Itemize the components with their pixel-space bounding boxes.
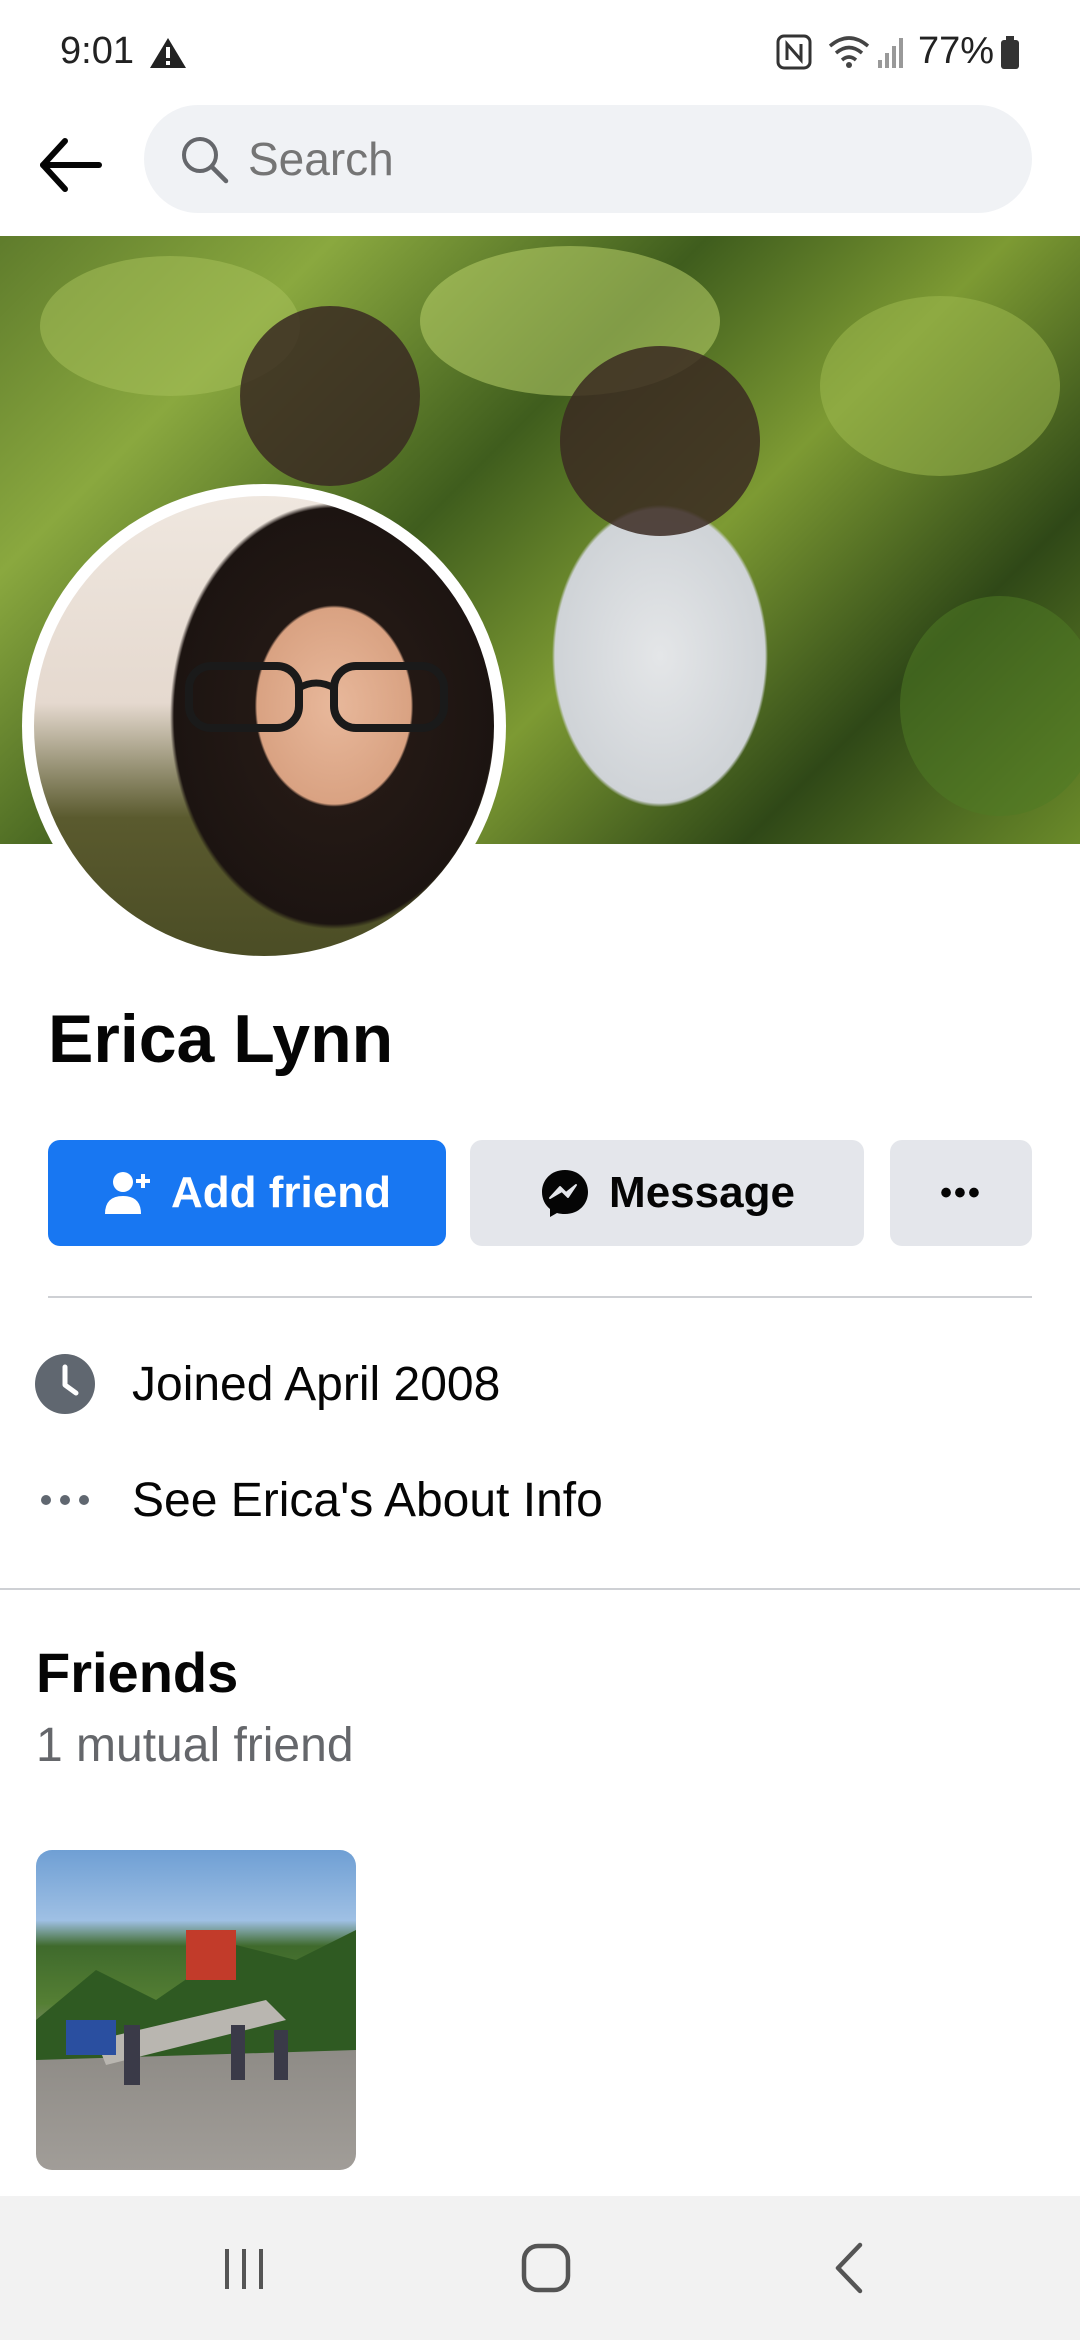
message-label: Message [609, 1168, 795, 1217]
about-info-link[interactable]: See Erica's About Info [132, 1473, 603, 1528]
wifi-icon [828, 36, 870, 68]
joined-info-row: Joined April 2008 [0, 1334, 1080, 1434]
divider [48, 1296, 1032, 1298]
about-info-row[interactable]: See Erica's About Info [0, 1450, 1080, 1550]
status-time: 9:01 [60, 30, 134, 72]
back-arrow-icon [40, 138, 102, 192]
chevron-left-icon [835, 2242, 863, 2294]
more-options-icon: ••• [940, 1173, 982, 1212]
clock-icon [35, 1354, 95, 1414]
profile-picture[interactable] [34, 496, 494, 956]
warning-icon [150, 38, 186, 68]
mutual-friends-count: 1 mutual friend [36, 1719, 354, 1772]
battery-percentage: 77% [918, 30, 995, 72]
joined-text: Joined April 2008 [132, 1357, 501, 1411]
status-bar: 9:01 77% [0, 0, 1080, 100]
search-icon [182, 137, 229, 184]
friends-heading: Friends [36, 1641, 239, 1704]
message-button[interactable]: Message [470, 1140, 864, 1246]
nfc-icon [776, 34, 812, 70]
more-options-button[interactable]: ••• [890, 1140, 1032, 1246]
more-dots-icon [41, 1495, 89, 1505]
add-friend-icon [105, 1172, 150, 1214]
friend-photo [36, 1930, 356, 2085]
section-divider [0, 1588, 1080, 1590]
home-icon [521, 2243, 571, 2293]
profile-name: Erica Lynn [48, 1001, 394, 1077]
search-bar[interactable] [144, 105, 1032, 213]
top-bar [0, 100, 1080, 230]
friend-thumbnail[interactable] [36, 1850, 356, 2170]
system-back-button[interactable] [810, 2236, 890, 2300]
add-friend-label: Add friend [171, 1168, 391, 1217]
recent-apps-icon [225, 2249, 263, 2289]
add-friend-button[interactable]: Add friend [48, 1140, 446, 1246]
back-button[interactable] [30, 125, 110, 205]
recent-apps-button[interactable] [204, 2236, 284, 2300]
home-button[interactable] [506, 2236, 586, 2300]
messenger-icon [542, 1170, 589, 1217]
search-input[interactable] [248, 132, 948, 186]
battery-icon [1001, 36, 1019, 69]
signal-icon [878, 38, 903, 68]
system-nav-bar [0, 2196, 1080, 2340]
avatar-glasses [185, 662, 448, 732]
